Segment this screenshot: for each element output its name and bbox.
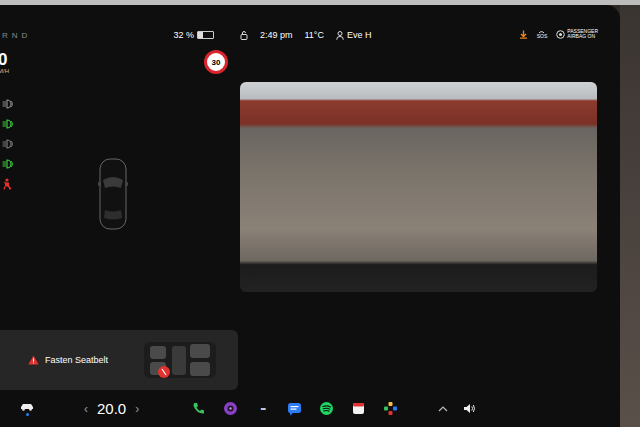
- speed-row: 0M/H 30: [0, 45, 238, 93]
- arcade-icon[interactable]: [383, 401, 398, 416]
- car-controls-button[interactable]: [0, 402, 40, 416]
- dock: ‹ 20.0 › •••: [0, 390, 620, 427]
- seatbelt-alert: Fasten Seatbelt: [0, 330, 238, 390]
- spotify-icon[interactable]: [319, 401, 334, 416]
- gear[interactable]: N: [12, 31, 18, 40]
- speedometer: 0M/H: [0, 45, 9, 75]
- temp-increase[interactable]: ›: [135, 402, 139, 416]
- camera-panel: [238, 45, 620, 390]
- profile-name[interactable]: Eve H: [347, 30, 372, 40]
- airbag-text: PASSENGERAIRBAG ON: [567, 29, 598, 41]
- status-bar: RND 32 % 2:49 pm 11°C Eve H SOS PASSENGERAIRBA…: [0, 5, 620, 45]
- gear[interactable]: R: [2, 31, 8, 40]
- airbag-line: AIRBAG ON: [567, 34, 598, 40]
- lamp-indicator-icon: [2, 138, 14, 150]
- battery-reading: 32 %: [173, 30, 194, 40]
- phone-icon[interactable]: [191, 401, 206, 416]
- download-icon[interactable]: [519, 30, 528, 39]
- status-left: RND 32 %: [0, 30, 238, 40]
- sos-button[interactable]: SOS: [537, 30, 548, 39]
- car-top-view-icon: [98, 158, 128, 230]
- battery-fill: [198, 32, 203, 38]
- main-area: 0M/H 30 Fasten Seatbelt: [0, 45, 620, 390]
- lock-icon[interactable]: [240, 30, 248, 40]
- speed-value: 0: [0, 51, 9, 68]
- clock: 2:49 pm: [260, 30, 293, 40]
- person-icon: [336, 31, 344, 40]
- rear-camera-view: [240, 82, 597, 292]
- cabin-temperature[interactable]: 20.0: [97, 400, 126, 417]
- lamp-indicator-icon: [2, 158, 14, 170]
- airbag-icon: [556, 30, 565, 39]
- car-icon[interactable]: [20, 402, 34, 411]
- spacer: [0, 230, 238, 330]
- sos-label[interactable]: SOS: [537, 34, 548, 39]
- display-row: RND 32 % 2:49 pm 11°C Eve H SOS PASSENGERAIRBA…: [0, 5, 640, 427]
- climate-control[interactable]: ‹ 20.0 ›: [84, 400, 139, 417]
- screen: RND 32 % 2:49 pm 11°C Eve H SOS PASSENGERAIRBA…: [0, 5, 620, 427]
- app-launcher: •••: [191, 401, 398, 416]
- bezel: [620, 5, 640, 427]
- warning-icon: [28, 355, 39, 365]
- active-dot: [26, 413, 29, 416]
- status-right: SOS PASSENGERAIRBAG ON: [519, 29, 620, 41]
- airbag-status: PASSENGERAIRBAG ON: [556, 29, 598, 41]
- calendar-icon[interactable]: [351, 401, 366, 416]
- lamp-indicator-icon: [2, 98, 14, 110]
- driver-profile[interactable]: Eve H: [336, 30, 372, 40]
- seat-map-icon: [144, 336, 216, 384]
- more-apps[interactable]: •••: [255, 405, 270, 412]
- car-status-panel: 0M/H 30 Fasten Seatbelt: [0, 45, 238, 390]
- status-middle: 2:49 pm 11°C Eve H: [238, 30, 372, 40]
- temp-decrease[interactable]: ‹: [84, 402, 88, 416]
- alert-text: Fasten Seatbelt: [45, 355, 108, 365]
- volume-icon[interactable]: [463, 403, 476, 414]
- indicator-column: [0, 98, 14, 190]
- car-visual-row: [0, 93, 238, 230]
- battery: 32 %: [173, 30, 214, 40]
- seatbelt-warning-icon: [2, 178, 14, 190]
- outside-temperature: 11°C: [305, 30, 324, 40]
- speed-limit-sign: 30: [204, 50, 228, 74]
- messages-icon[interactable]: [287, 401, 302, 416]
- speed-unit: M/H: [0, 68, 9, 75]
- gear[interactable]: D: [22, 31, 28, 40]
- gear-selector[interactable]: RND: [0, 31, 27, 40]
- lamp-indicator-icon: [2, 118, 14, 130]
- battery-icon: [197, 31, 214, 39]
- chevron-up-icon[interactable]: [438, 406, 448, 412]
- dashcam-icon[interactable]: [223, 401, 238, 416]
